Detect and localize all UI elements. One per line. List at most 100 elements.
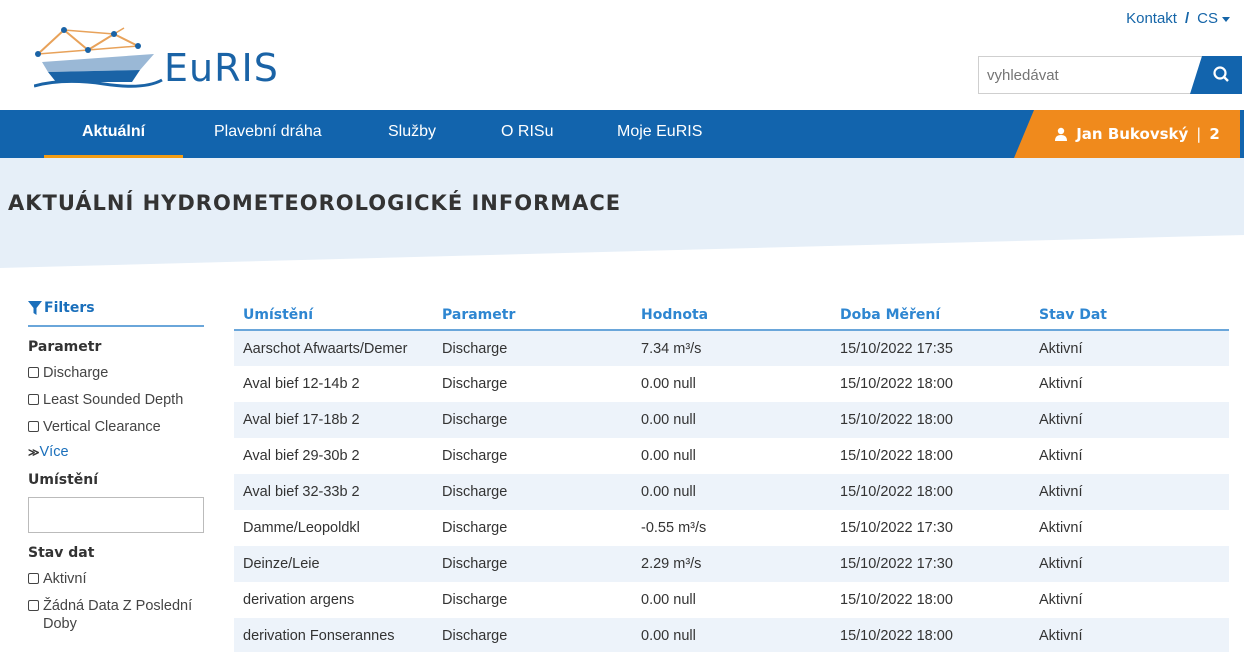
filter-option-label: Vertical Clearance <box>43 419 161 435</box>
filter-option-least-sounded-depth[interactable]: Least Sounded Depth <box>28 391 204 409</box>
notification-count: 2 <box>1209 125 1220 143</box>
checkbox-icon[interactable] <box>28 421 39 432</box>
cell-parameter: Discharge <box>433 330 632 366</box>
filters-header: Filters <box>28 300 204 327</box>
filter-option-aktivni[interactable]: Aktivní <box>28 570 204 588</box>
cell-time: 15/10/2022 17:30 <box>831 546 1030 582</box>
cell-time: 15/10/2022 18:00 <box>831 474 1030 510</box>
cell-value: 2.29 m³/s <box>632 546 831 582</box>
user-name: Jan Bukovský <box>1076 125 1189 143</box>
nav-o-risu[interactable]: O RISu <box>501 110 553 158</box>
cell-value: 0.00 null <box>632 402 831 438</box>
filter-option-label: Žádná Data Z Poslední Doby <box>43 598 193 632</box>
cell-time: 15/10/2022 18:00 <box>831 366 1030 402</box>
checkbox-icon[interactable] <box>28 600 39 611</box>
caret-down-icon <box>1222 16 1230 22</box>
cell-location: Deinze/Leie <box>234 546 433 582</box>
cell-time: 15/10/2022 17:35 <box>831 330 1030 366</box>
table-row[interactable]: derivation argens Discharge 0.00 null 15/10… <box>234 582 1229 618</box>
filter-option-vertical-clearance[interactable]: Vertical Clearance <box>28 418 204 436</box>
table-row[interactable]: Aval bief 32-33b 2 Discharge 0.00 null 15/1… <box>234 474 1229 510</box>
cell-status: Aktivní <box>1030 582 1229 618</box>
checkbox-icon[interactable] <box>28 573 39 584</box>
cell-status: Aktivní <box>1030 366 1229 402</box>
language-selector[interactable]: CS <box>1197 10 1230 27</box>
column-header-stav-dat[interactable]: Stav Dat <box>1030 300 1229 331</box>
filter-heading-parametr: Parametr <box>28 339 102 355</box>
contact-link[interactable]: Kontakt <box>1126 10 1177 27</box>
nav-moje-euris[interactable]: Moje EuRIS <box>617 110 702 158</box>
cell-status: Aktivní <box>1030 330 1229 366</box>
top-utility-bar: Kontakt / CS <box>1126 10 1230 27</box>
hydromet-table: Umístění Parametr Hodnota Doba Měření St… <box>234 300 1229 652</box>
cell-status: Aktivní <box>1030 438 1229 474</box>
euris-logo[interactable]: EuRIS <box>33 24 294 94</box>
cell-location: Aarschot Afwaarts/Demer <box>234 330 433 366</box>
cell-parameter: Discharge <box>433 546 632 582</box>
nav-sluzby[interactable]: Služby <box>388 110 436 158</box>
cell-location: Aval bief 32-33b 2 <box>234 474 433 510</box>
cell-value: -0.55 m³/s <box>632 510 831 546</box>
cell-value: 0.00 null <box>632 618 831 652</box>
cell-value: 0.00 null <box>632 474 831 510</box>
language-label: CS <box>1197 10 1218 27</box>
cell-parameter: Discharge <box>433 582 632 618</box>
cell-status: Aktivní <box>1030 474 1229 510</box>
filter-option-label: Least Sounded Depth <box>43 392 184 408</box>
search-input[interactable] <box>979 57 1190 93</box>
column-header-hodnota[interactable]: Hodnota <box>632 300 831 331</box>
cell-value: 7.34 m³/s <box>632 330 831 366</box>
cell-status: Aktivní <box>1030 618 1229 652</box>
logo-text: EuRIS <box>164 46 279 90</box>
cell-location: Aval bief 12-14b 2 <box>234 366 433 402</box>
cell-value: 0.00 null <box>632 438 831 474</box>
table-row[interactable]: Damme/Leopoldkl Discharge -0.55 m³/s 15/10/… <box>234 510 1229 546</box>
cell-value: 0.00 null <box>632 366 831 402</box>
cell-time: 15/10/2022 17:30 <box>831 510 1030 546</box>
table-row[interactable]: Aarschot Afwaarts/Demer Discharge 7.34 m³/… <box>234 330 1229 366</box>
cell-location: Damme/Leopoldkl <box>234 510 433 546</box>
more-link[interactable]: ≫Více <box>28 444 204 460</box>
cell-status: Aktivní <box>1030 546 1229 582</box>
checkbox-icon[interactable] <box>28 394 39 405</box>
cell-location: Aval bief 29-30b 2 <box>234 438 433 474</box>
filter-icon <box>28 301 42 315</box>
cell-status: Aktivní <box>1030 510 1229 546</box>
column-header-doba-mereni[interactable]: Doba Měření <box>831 300 1030 331</box>
filter-option-label: Aktivní <box>43 571 87 587</box>
page-header-band: AKTUÁLNÍ HYDROMETEOROLOGICKÉ INFORMACE <box>0 158 1244 268</box>
cell-status: Aktivní <box>1030 402 1229 438</box>
cell-parameter: Discharge <box>433 438 632 474</box>
nav-plavebni-draha[interactable]: Plavební dráha <box>214 110 322 158</box>
search-button[interactable] <box>1190 56 1242 94</box>
column-header-parametr[interactable]: Parametr <box>433 300 632 331</box>
user-separator: | <box>1196 125 1202 143</box>
utility-separator: / <box>1184 10 1190 27</box>
filter-option-discharge[interactable]: Discharge <box>28 364 204 382</box>
cell-location: derivation argens <box>234 582 433 618</box>
user-menu[interactable]: Jan Bukovský | 2 <box>1014 110 1240 158</box>
cell-time: 15/10/2022 18:00 <box>831 618 1030 652</box>
table-row[interactable]: derivation Fonserannes Discharge 0.00 null… <box>234 618 1229 652</box>
double-chevron-down-icon: ≫ <box>28 447 40 459</box>
cell-location: Aval bief 17-18b 2 <box>234 402 433 438</box>
page-title: AKTUÁLNÍ HYDROMETEOROLOGICKÉ INFORMACE <box>8 191 622 215</box>
location-filter-input[interactable] <box>28 497 204 533</box>
table-row[interactable]: Aval bief 29-30b 2 Discharge 0.00 null 15/1… <box>234 438 1229 474</box>
cell-parameter: Discharge <box>433 366 632 402</box>
user-icon <box>1055 127 1068 141</box>
nav-aktualni[interactable]: Aktuální <box>44 110 183 158</box>
cell-parameter: Discharge <box>433 402 632 438</box>
column-header-umisteni[interactable]: Umístění <box>234 300 433 331</box>
table-row[interactable]: Deinze/Leie Discharge 2.29 m³/s 15/10/2022 … <box>234 546 1229 582</box>
table-row[interactable]: Aval bief 17-18b 2 Discharge 0.00 null 15/1… <box>234 402 1229 438</box>
checkbox-icon[interactable] <box>28 367 39 378</box>
cell-parameter: Discharge <box>433 474 632 510</box>
cell-time: 15/10/2022 18:00 <box>831 402 1030 438</box>
table-row[interactable]: Aval bief 12-14b 2 Discharge 0.00 null 15/1… <box>234 366 1229 402</box>
filters-panel: Filters Parametr Discharge Least Sounded… <box>28 300 204 633</box>
filter-option-zadna-data[interactable]: Žádná Data Z Poslední Doby <box>28 597 204 633</box>
cell-value: 0.00 null <box>632 582 831 618</box>
filter-option-label: Discharge <box>43 365 109 381</box>
cell-parameter: Discharge <box>433 510 632 546</box>
